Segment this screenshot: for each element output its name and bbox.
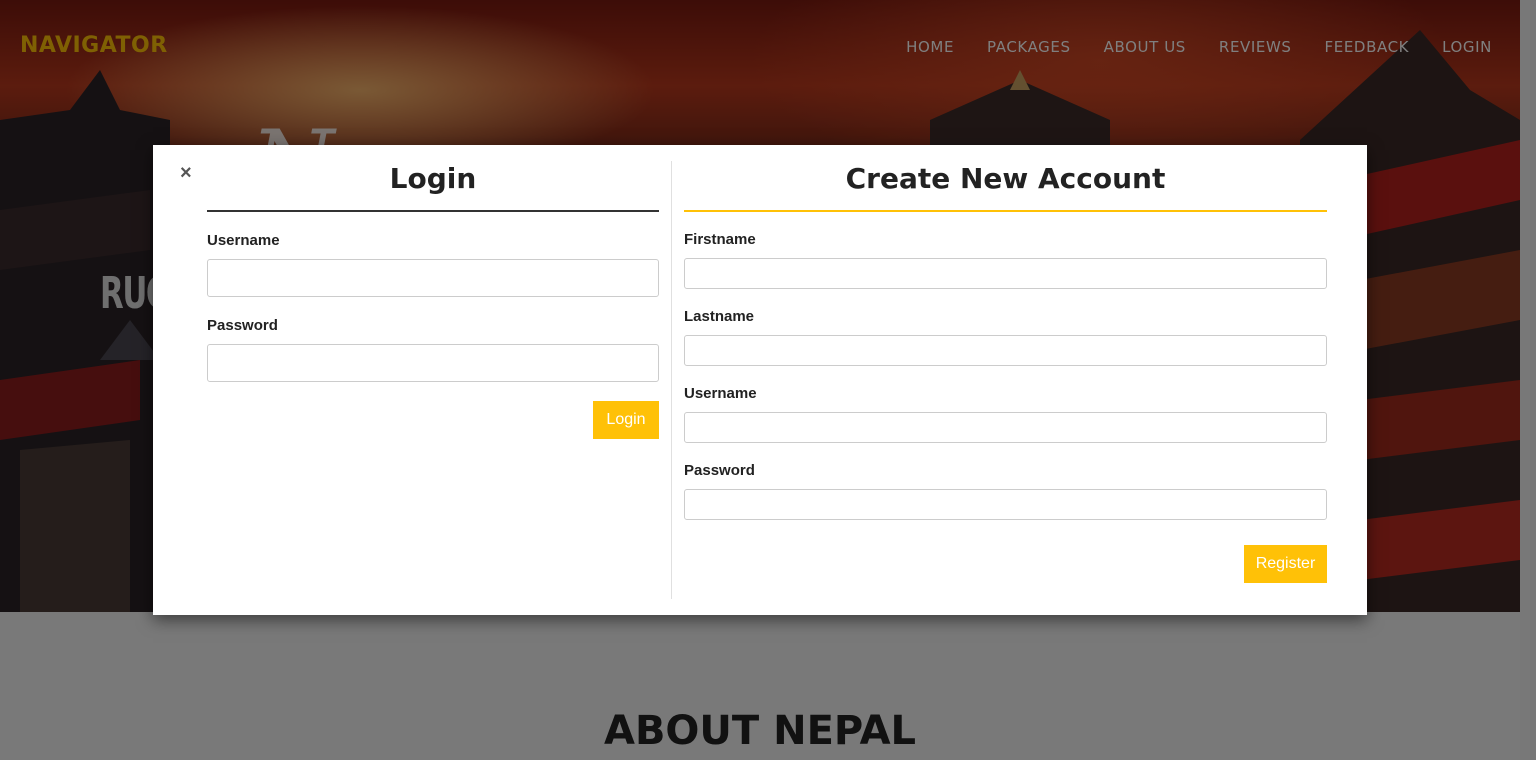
login-password-label: Password [207,317,278,334]
modal-divider [671,161,672,599]
login-panel: Login Username Password Login [207,145,659,439]
register-username-label: Username [684,385,757,402]
login-username-input[interactable] [207,259,659,297]
register-firstname-input[interactable] [684,258,1327,289]
register-lastname-input[interactable] [684,335,1327,366]
close-icon[interactable]: × [180,163,192,183]
register-button[interactable]: Register [1244,545,1327,583]
register-password-label: Password [684,462,755,479]
login-username-label: Username [207,232,280,249]
register-lastname-label: Lastname [684,308,755,325]
login-button[interactable]: Login [593,401,659,439]
register-panel: Create New Account Firstname Lastname Us… [684,145,1327,583]
register-password-input[interactable] [684,489,1327,520]
register-firstname-label: Firstname [684,231,756,248]
register-username-input[interactable] [684,412,1327,443]
login-title: Login [207,145,659,212]
register-title: Create New Account [684,145,1327,212]
login-password-input[interactable] [207,344,659,382]
auth-modal: × Login Username Password Login Create N… [153,145,1367,615]
